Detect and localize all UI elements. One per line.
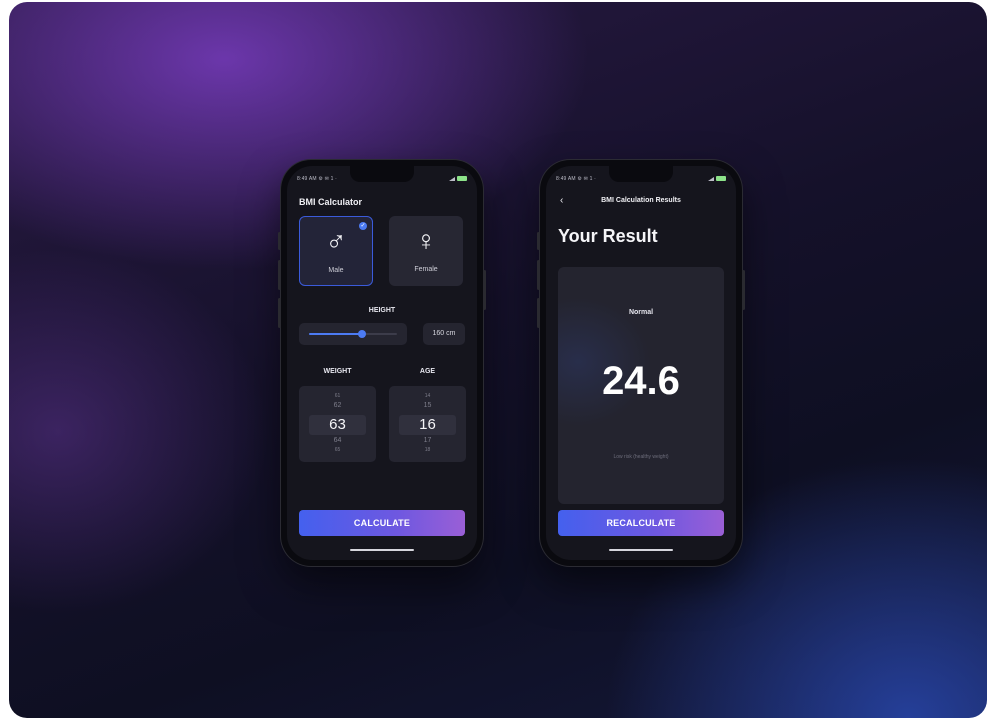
- app-title: BMI Calculator: [299, 197, 363, 207]
- age-option[interactable]: 14: [389, 393, 466, 399]
- age-selected[interactable]: 16: [399, 415, 456, 435]
- signal-icon: [449, 176, 455, 181]
- height-slider-fill: [309, 333, 362, 335]
- calculate-button[interactable]: CALCULATE: [299, 510, 465, 536]
- age-option[interactable]: 18: [389, 447, 466, 453]
- height-label: HEIGHT: [368, 307, 396, 314]
- gender-male-card[interactable]: ✓ ♂ Male: [299, 216, 373, 286]
- phone-side-button: [278, 232, 281, 250]
- height-value[interactable]: 160 cm: [423, 323, 465, 345]
- age-picker[interactable]: 14 15 16 17 18: [389, 386, 466, 462]
- male-symbol-icon: ♂: [325, 226, 347, 257]
- weight-picker[interactable]: 61 62 63 64 65: [299, 386, 376, 462]
- female-symbol-icon: ♀: [415, 225, 437, 256]
- weight-option[interactable]: 65: [299, 447, 376, 453]
- age-label: AGE: [419, 368, 436, 375]
- height-slider[interactable]: [299, 323, 407, 345]
- background-card: 8:49 AM ⚙ ✉ 1 · BMI Calculator ✓ ♂ Male …: [9, 2, 987, 718]
- weight-selected[interactable]: 63: [309, 415, 366, 435]
- phone-side-button: [278, 298, 281, 328]
- weight-label: WEIGHT: [323, 368, 352, 375]
- gender-female-card[interactable]: ♀ Female: [389, 216, 463, 286]
- phone-side-button: [537, 232, 540, 250]
- gender-female-label: Female: [414, 266, 438, 273]
- screen: 8:49 AM ⚙ ✉ 1 · BMI Calculator ✓ ♂ Male …: [287, 166, 477, 560]
- phone-side-button: [483, 270, 486, 310]
- phone-side-button: [537, 260, 540, 290]
- home-indicator: [609, 549, 673, 551]
- page-title: Your Result: [558, 226, 658, 246]
- recalculate-button[interactable]: RECALCULATE: [558, 510, 724, 536]
- weight-option[interactable]: 61: [299, 393, 376, 399]
- phone-bmi-results: 8:49 AM ⚙ ✉ 1 · ‹ BMI Calculation Result…: [537, 160, 745, 566]
- screen: 8:49 AM ⚙ ✉ 1 · ‹ BMI Calculation Result…: [546, 166, 736, 560]
- height-slider-thumb[interactable]: [357, 330, 366, 338]
- phone-side-button: [278, 260, 281, 290]
- weight-option[interactable]: 62: [299, 402, 376, 409]
- result-description: Low risk (healthy weight): [613, 454, 669, 460]
- phone-side-button: [537, 298, 540, 328]
- status-time: 8:49 AM ⚙ ✉ 1 ·: [297, 176, 338, 182]
- home-indicator: [350, 549, 414, 551]
- age-option[interactable]: 15: [389, 402, 466, 409]
- status-icons: [708, 176, 726, 181]
- bmi-value: 24.6: [602, 359, 680, 403]
- weight-option[interactable]: 64: [299, 437, 376, 444]
- status-bar: 8:49 AM ⚙ ✉ 1 ·: [297, 176, 467, 184]
- battery-icon: [716, 176, 726, 181]
- gender-male-label: Male: [328, 267, 344, 274]
- header-title: BMI Calculation Results: [601, 197, 681, 204]
- phone-side-button: [742, 270, 745, 310]
- signal-icon: [708, 176, 714, 181]
- status-bar: 8:49 AM ⚙ ✉ 1 ·: [556, 176, 726, 184]
- height-slider-track[interactable]: [309, 330, 397, 338]
- battery-icon: [457, 176, 467, 181]
- result-status: Normal: [628, 309, 654, 316]
- status-icons: [449, 176, 467, 181]
- result-card: Normal 24.6 Low risk (healthy weight): [558, 267, 724, 504]
- phone-bmi-calculator: 8:49 AM ⚙ ✉ 1 · BMI Calculator ✓ ♂ Male …: [278, 160, 486, 566]
- age-option[interactable]: 17: [389, 437, 466, 444]
- status-time: 8:49 AM ⚙ ✉ 1 ·: [556, 176, 597, 182]
